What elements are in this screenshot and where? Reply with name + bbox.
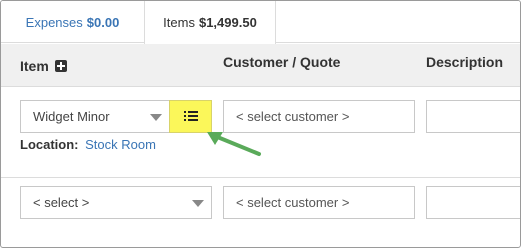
header-item-label: Item bbox=[20, 57, 49, 74]
tab-expenses-label: Expenses bbox=[25, 14, 83, 30]
description-input-empty[interactable] bbox=[426, 186, 520, 219]
row-divider bbox=[1, 177, 520, 178]
tab-items-amount: $1,499.50 bbox=[198, 15, 257, 30]
tab-items-label: Items bbox=[163, 15, 195, 30]
tab-expenses[interactable]: Expenses $0.00 bbox=[1, 1, 144, 43]
description-input[interactable] bbox=[426, 100, 520, 133]
item-location: Location: Stock Room bbox=[20, 137, 156, 152]
items-expenses-panel: Expenses $0.00 Items $1,499.50 Item Cust… bbox=[0, 0, 521, 248]
location-label: Location: bbox=[20, 137, 79, 152]
tab-bar: Expenses $0.00 Items $1,499.50 bbox=[1, 1, 520, 44]
item-select-empty-value: < select > bbox=[33, 195, 90, 210]
tab-items[interactable]: Items $1,499.50 bbox=[144, 1, 276, 44]
chevron-down-icon bbox=[150, 114, 162, 121]
table-header: Item Customer / Quote Description bbox=[1, 44, 520, 87]
customer-select-empty[interactable]: < select customer > bbox=[223, 186, 415, 219]
item-select-value: Widget Minor bbox=[33, 109, 110, 124]
item-select-empty[interactable]: < select > bbox=[20, 186, 212, 219]
annotation-arrow-icon bbox=[207, 132, 261, 156]
tab-expenses-amount: $0.00 bbox=[86, 14, 120, 30]
chevron-down-icon bbox=[192, 200, 204, 207]
header-customer-quote: Customer / Quote bbox=[223, 53, 341, 70]
header-item: Item bbox=[20, 44, 67, 87]
item-select[interactable]: Widget Minor bbox=[20, 100, 170, 133]
header-description: Description bbox=[426, 53, 504, 70]
customer-select-placeholder: < select customer > bbox=[236, 109, 350, 124]
list-icon bbox=[183, 111, 198, 122]
add-item-icon[interactable] bbox=[54, 59, 67, 72]
customer-select-empty-placeholder: < select customer > bbox=[236, 195, 350, 210]
location-link[interactable]: Stock Room bbox=[85, 137, 156, 152]
